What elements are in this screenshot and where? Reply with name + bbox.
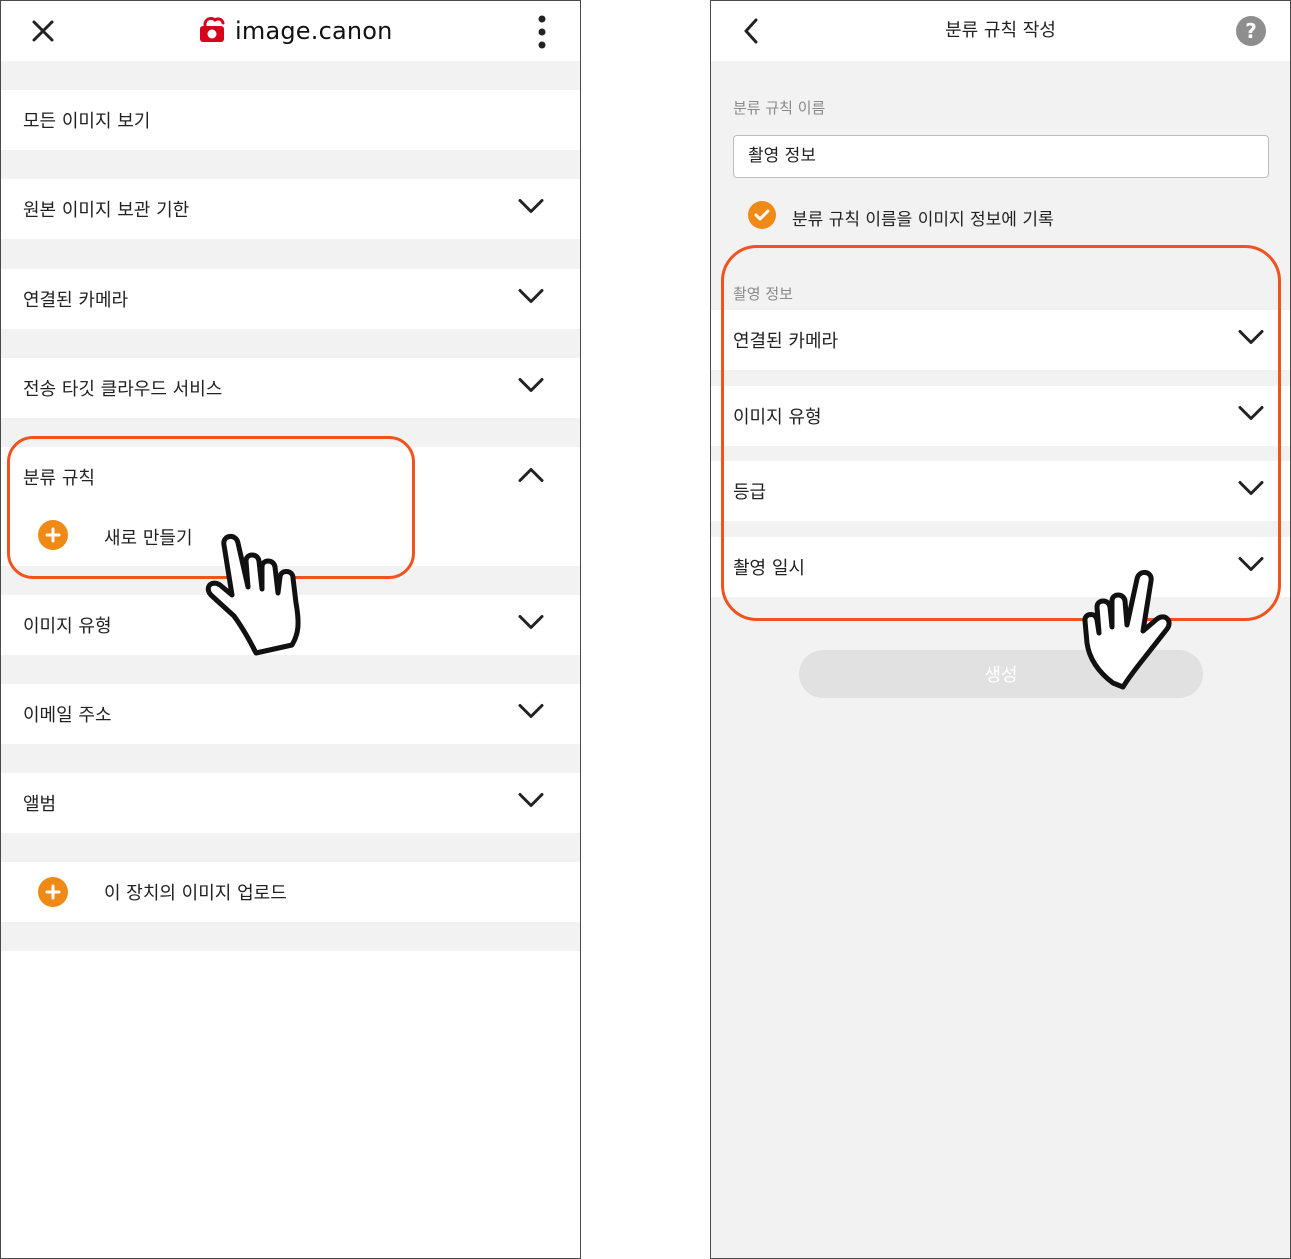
- menu-item-album[interactable]: 앨범: [1, 773, 580, 833]
- menu-item-label: 전송 타깃 클라우드 서비스: [23, 379, 223, 400]
- app-header: image.canon: [1, 1, 580, 61]
- create-rule-screen: 분류 규칙 작성 ? 분류 규칙 이름 촬영 정보 분류 규칙 이름을 이미지 …: [710, 0, 1291, 1259]
- condition-label: 연결된 카메라: [733, 331, 839, 352]
- menu-item-label: 이메일 주소: [23, 705, 112, 726]
- upload-label: 이 장치의 이미지 업로드: [104, 883, 287, 904]
- menu-item-retention-period[interactable]: 원본 이미지 보관 기한: [1, 179, 580, 239]
- chevron-down-icon: [1238, 330, 1264, 351]
- logo-text: image.canon: [235, 17, 393, 45]
- record-name-label: 분류 규칙 이름을 이미지 정보에 기록: [792, 210, 1054, 230]
- menu-item-image-type[interactable]: 이미지 유형: [1, 595, 580, 655]
- plus-circle-icon: [38, 520, 68, 550]
- menu-item-all-images[interactable]: 모든 이미지 보기: [1, 90, 580, 150]
- chevron-down-icon: [518, 615, 544, 636]
- chevron-down-icon: [518, 793, 544, 814]
- condition-connected-camera[interactable]: 연결된 카메라: [711, 310, 1290, 370]
- menu-item-label: 연결된 카메라: [23, 290, 129, 311]
- condition-image-type[interactable]: 이미지 유형: [711, 386, 1290, 446]
- record-name-checkbox-row[interactable]: 분류 규칙 이름을 이미지 정보에 기록: [733, 197, 1233, 233]
- cloud-camera-logo-icon: [197, 14, 227, 48]
- chevron-down-icon: [518, 704, 544, 725]
- menu-item-classification-rules[interactable]: 분류 규칙: [1, 447, 580, 507]
- screen-header: 분류 규칙 작성 ?: [711, 1, 1290, 61]
- help-icon[interactable]: ?: [1236, 16, 1266, 46]
- create-new-label: 새로 만들기: [104, 528, 193, 549]
- plus-circle-icon: [38, 877, 68, 907]
- chevron-up-icon: [518, 467, 544, 488]
- condition-rating[interactable]: 등급: [711, 461, 1290, 521]
- close-icon[interactable]: [31, 19, 55, 47]
- condition-label: 촬영 일시: [733, 558, 805, 579]
- page-title: 분류 규칙 작성: [945, 20, 1056, 41]
- chevron-down-icon: [518, 199, 544, 220]
- app-logo: image.canon: [197, 13, 393, 49]
- create-button[interactable]: 생성: [799, 650, 1203, 698]
- menu-item-email-address[interactable]: 이메일 주소: [1, 684, 580, 744]
- upload-from-device-button[interactable]: 이 장치의 이미지 업로드: [1, 862, 580, 922]
- create-new-rule-button[interactable]: 새로 만들기: [1, 507, 580, 565]
- left-menu-screen: image.canon 모든 이미지 보기 원본 이미지 보관 기한 연결된 카…: [0, 0, 581, 1259]
- menu-item-label: 앨범: [23, 794, 57, 815]
- chevron-down-icon: [1238, 557, 1264, 578]
- checkmark-circle-icon[interactable]: [748, 201, 776, 229]
- chevron-down-icon: [1238, 406, 1264, 427]
- more-vertical-icon[interactable]: [537, 15, 547, 53]
- menu-item-label: 분류 규칙: [23, 468, 95, 489]
- menu-item-cloud-service[interactable]: 전송 타깃 클라우드 서비스: [1, 358, 580, 418]
- chevron-down-icon: [1238, 481, 1264, 502]
- empty-area: [1, 951, 580, 1258]
- condition-shooting-date[interactable]: 촬영 일시: [711, 537, 1290, 597]
- menu-item-label: 이미지 유형: [23, 616, 112, 637]
- condition-label: 등급: [733, 482, 767, 503]
- rule-name-label: 분류 규칙 이름: [733, 99, 826, 117]
- rule-name-input[interactable]: 촬영 정보: [733, 135, 1269, 178]
- chevron-down-icon: [518, 378, 544, 399]
- chevron-down-icon: [518, 289, 544, 310]
- menu-item-label: 모든 이미지 보기: [23, 111, 151, 132]
- menu-item-label: 원본 이미지 보관 기한: [23, 200, 190, 221]
- menu-item-connected-camera[interactable]: 연결된 카메라: [1, 269, 580, 329]
- help-glyph: ?: [1245, 19, 1257, 43]
- condition-label: 이미지 유형: [733, 407, 822, 428]
- section-label: 촬영 정보: [733, 285, 793, 303]
